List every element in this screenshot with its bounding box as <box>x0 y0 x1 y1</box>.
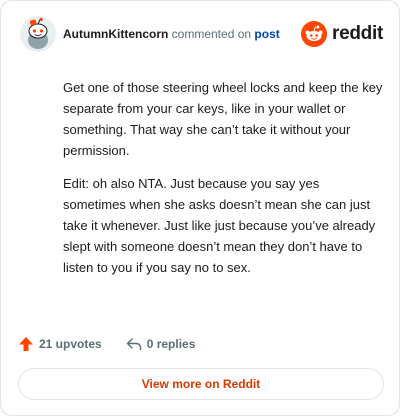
comment-paragraph: Get one of those steering wheel locks an… <box>63 80 383 158</box>
brand-wordmark: reddit <box>332 23 383 44</box>
username-link[interactable]: AutumnKittencorn <box>63 27 168 41</box>
post-link[interactable]: post <box>254 27 279 41</box>
comment-header: AutumnKittencorn commented on post reddi… <box>20 16 383 52</box>
byline: AutumnKittencorn commented on post <box>63 26 280 42</box>
replies-stat[interactable]: 0 replies <box>126 336 196 352</box>
comment-footer: 21 upvotes 0 replies <box>18 334 195 354</box>
snoo-avatar-icon[interactable] <box>20 16 56 52</box>
embed-card: AutumnKittencorn commented on post reddi… <box>0 0 400 416</box>
upvote-count: 21 upvotes <box>39 337 102 351</box>
reddit-logo-icon <box>301 21 328 47</box>
comment-body: Get one of those steering wheel locks an… <box>63 77 385 278</box>
reply-count: 0 replies <box>146 337 196 351</box>
upvote-arrow-icon <box>19 337 33 351</box>
comment-paragraph: Edit: oh also NTA. Just because you say … <box>63 176 376 275</box>
reddit-brand[interactable]: reddit <box>301 21 383 47</box>
action-text: commented on <box>171 27 252 41</box>
view-more-button[interactable]: View more on Reddit <box>18 368 384 400</box>
reply-arrow-icon <box>126 338 141 351</box>
upvote-stat[interactable]: 21 upvotes <box>18 336 102 352</box>
